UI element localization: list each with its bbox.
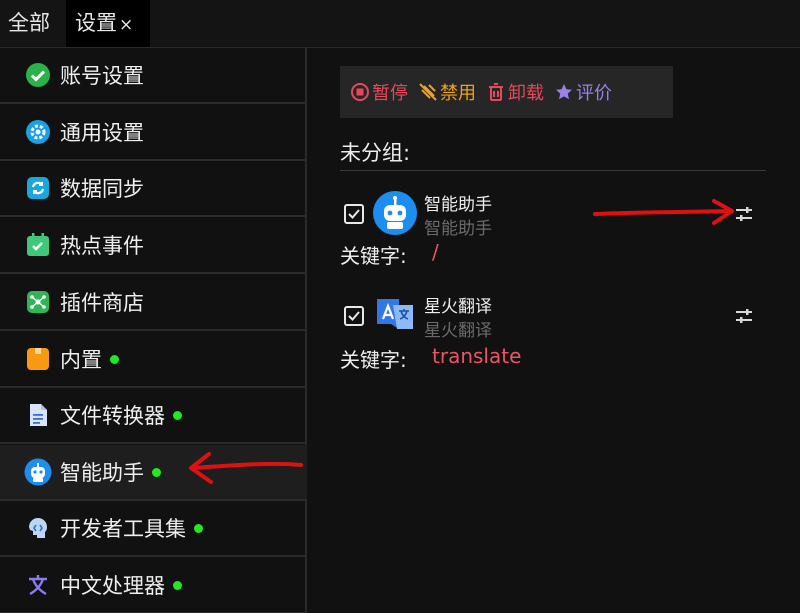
sliders-icon[interactable] (734, 204, 754, 224)
keyword-label: 关键字: (340, 244, 407, 268)
disable-plug-icon (419, 83, 437, 101)
plugin-row: 星火翻译 星火翻译 关键字: translate (340, 290, 766, 380)
sliders-icon[interactable] (734, 306, 754, 326)
check-icon (348, 209, 360, 219)
text-wen-icon (24, 571, 52, 599)
sidebar-item-builtin[interactable]: 内置 (0, 332, 307, 388)
plugin-name: 星火翻译 (424, 297, 492, 317)
tab-settings-label: 设置 (75, 11, 117, 35)
sidebar-item-label: 热点事件 (60, 234, 144, 258)
gear-icon (24, 118, 52, 146)
sidebar-item-assistant[interactable]: 智能助手 (0, 445, 307, 501)
status-dot (173, 410, 182, 420)
plugin-checkbox[interactable] (344, 204, 364, 224)
disable-button[interactable]: 禁用 (418, 79, 476, 105)
sidebar-item-general[interactable]: 通用设置 (0, 105, 307, 161)
check-shield-icon (24, 61, 52, 89)
keyword-label: 关键字: (340, 348, 407, 372)
divider (340, 170, 766, 171)
plugin-checkbox[interactable] (344, 306, 364, 326)
sidebar-item-label: 文件转换器 (60, 404, 165, 428)
status-dot (152, 467, 161, 477)
box-icon (24, 345, 52, 373)
document-icon (24, 401, 52, 429)
tab-settings[interactable]: 设置 × (66, 0, 150, 47)
sidebar-item-label: 插件商店 (60, 291, 144, 315)
robot-icon (24, 458, 52, 486)
check-icon (348, 311, 360, 321)
sidebar-item-label: 通用设置 (60, 121, 144, 145)
sidebar-item-plugin-store[interactable]: 插件商店 (0, 275, 307, 331)
sidebar-item-sync[interactable]: 数据同步 (0, 161, 307, 217)
plugin-name: 智能助手 (424, 195, 492, 215)
tab-close-icon[interactable]: × (119, 15, 133, 35)
sidebar-item-hot-events[interactable]: 热点事件 (0, 218, 307, 274)
sidebar-item-label: 账号设置 (60, 64, 144, 88)
tab-all[interactable]: 全部 (0, 0, 58, 47)
disable-label: 禁用 (440, 83, 476, 104)
sidebar-item-label: 开发者工具集 (60, 517, 186, 541)
code-head-icon (24, 514, 52, 542)
group-title: 未分组: (340, 141, 411, 165)
calendar-check-icon (24, 231, 52, 259)
sidebar-item-label: 内置 (60, 348, 102, 372)
star-icon (556, 84, 572, 100)
sidebar-item-dev-tools[interactable]: 开发者工具集 (0, 501, 307, 557)
plugin-toolbar: 暂停 禁用 卸载 评价 (340, 66, 673, 118)
status-dot (194, 523, 203, 533)
status-dot (173, 580, 182, 590)
rate-button[interactable]: 评价 (554, 79, 612, 105)
sidebar-item-chinese-processor[interactable]: 中文处理器 (0, 558, 307, 613)
pause-label: 暂停 (372, 83, 408, 104)
sync-icon (24, 174, 52, 202)
plugin-subtitle: 星火翻译 (424, 321, 492, 341)
uninstall-button[interactable]: 卸载 (486, 79, 544, 105)
pause-button[interactable]: 暂停 (350, 79, 408, 105)
sidebar-item-account[interactable]: 账号设置 (0, 48, 307, 104)
robot-icon (373, 191, 417, 235)
plugin-subtitle: 智能助手 (424, 219, 492, 239)
sidebar-item-file-converter[interactable]: 文件转换器 (0, 388, 307, 444)
plugin-row: 智能助手 智能助手 关键字: / (340, 188, 766, 278)
tab-bar: 全部 设置 × (0, 0, 800, 48)
keyword-value: / (432, 240, 439, 264)
sidebar-item-label: 数据同步 (60, 177, 144, 201)
sidebar-item-label: 智能助手 (60, 461, 144, 485)
sidebar-item-label: 中文处理器 (60, 574, 165, 598)
translate-icon (377, 299, 413, 329)
sidebar: 账号设置 通用设置 数据同步 热点事件 插件商店 内置 文件转换器 智能助手 开… (0, 48, 307, 613)
stop-circle-icon (351, 83, 369, 101)
uninstall-label: 卸载 (508, 83, 544, 104)
status-dot (110, 354, 119, 364)
rate-label: 评价 (576, 83, 612, 104)
store-icon (24, 288, 52, 316)
keyword-value: translate (432, 344, 522, 368)
trash-icon (489, 83, 503, 101)
